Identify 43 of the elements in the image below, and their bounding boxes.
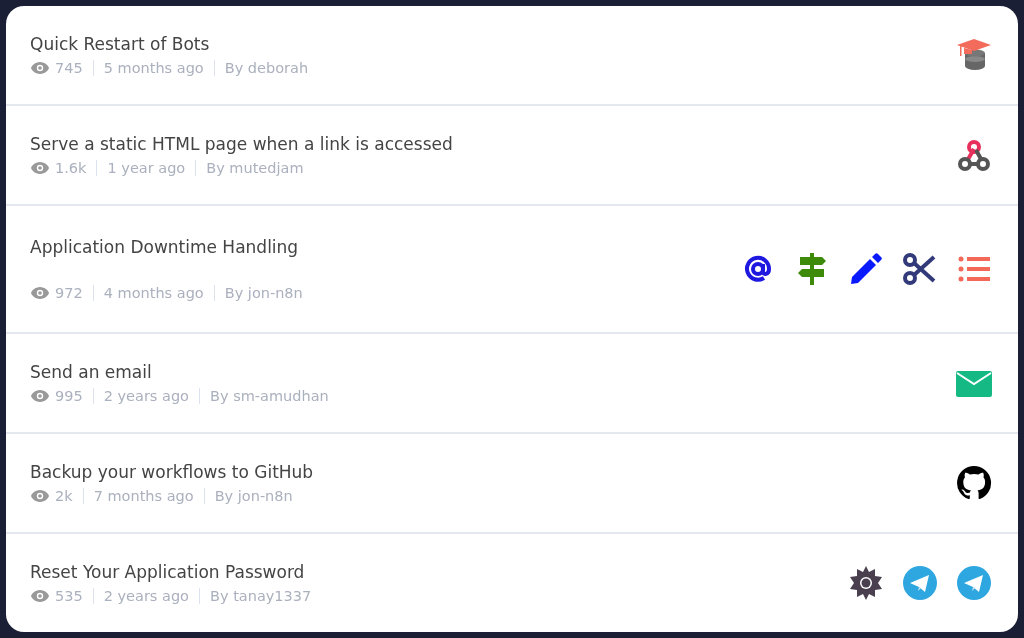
view-count: 535 (55, 587, 83, 604)
paper-plane-icon (902, 564, 938, 601)
workflow-row[interactable]: Reset Your Application Password 535 2 years ago By tanay1337 (6, 533, 1018, 632)
workflow-title[interactable]: Reset Your Application Password (30, 561, 848, 582)
workflow-row[interactable]: Quick Restart of Bots 745 5 months ago By deborah (6, 6, 1018, 107)
webhook-icon (956, 137, 992, 174)
workflow-title[interactable]: Application Downtime Handling (30, 236, 740, 257)
workflow-title[interactable]: Send an email (30, 361, 956, 382)
workflow-row[interactable]: Application Downtime Handling 972 4 months ago By jon-n8n (6, 206, 1018, 334)
author-name: By mutedjam (206, 160, 304, 177)
author-name: By sm-amudhan (210, 387, 329, 404)
workflow-row[interactable]: Backup your workflows to GitHub 2k 7 months ago By jon-n8n (6, 433, 1018, 534)
author-name: By deborah (224, 60, 309, 77)
workflow-row[interactable]: Send an email 995 2 years ago By sm-amudhan (6, 333, 1018, 434)
time-ago: 4 months ago (103, 284, 204, 301)
github-icon (956, 464, 992, 501)
view-count: 745 (55, 60, 83, 77)
time-ago: 2 years ago (103, 587, 189, 604)
time-ago: 1 year ago (107, 160, 186, 177)
time-ago: 7 months ago (93, 487, 194, 504)
eye-icon (30, 161, 50, 176)
eye-icon (30, 588, 50, 603)
author-name: By jon-n8n (214, 487, 293, 504)
author-name: By jon-n8n (224, 284, 303, 301)
eye-icon (30, 61, 50, 76)
workflow-row[interactable]: Serve a static HTML page when a link is accessed 1.6k 1 year ago By mutedjam (6, 106, 1018, 207)
paper-plane-icon (956, 564, 992, 601)
workflow-title[interactable]: Serve a static HTML page when a link is accessed (30, 134, 956, 155)
eye-icon (30, 388, 50, 403)
author-name: By tanay1337 (210, 587, 312, 604)
workflow-title[interactable]: Backup your workflows to GitHub (30, 461, 956, 482)
workflow-title[interactable]: Quick Restart of Bots (30, 34, 956, 55)
pencil-icon (848, 250, 884, 287)
time-ago: 2 years ago (103, 387, 189, 404)
view-count: 995 (55, 387, 83, 404)
time-ago: 5 months ago (103, 60, 204, 77)
scissors-icon (902, 250, 938, 287)
view-count: 972 (55, 284, 83, 301)
view-count: 2k (55, 487, 73, 504)
eye-icon (30, 488, 50, 503)
view-count: 1.6k (55, 160, 87, 177)
gear-icon (848, 564, 884, 601)
eye-icon (30, 285, 50, 300)
